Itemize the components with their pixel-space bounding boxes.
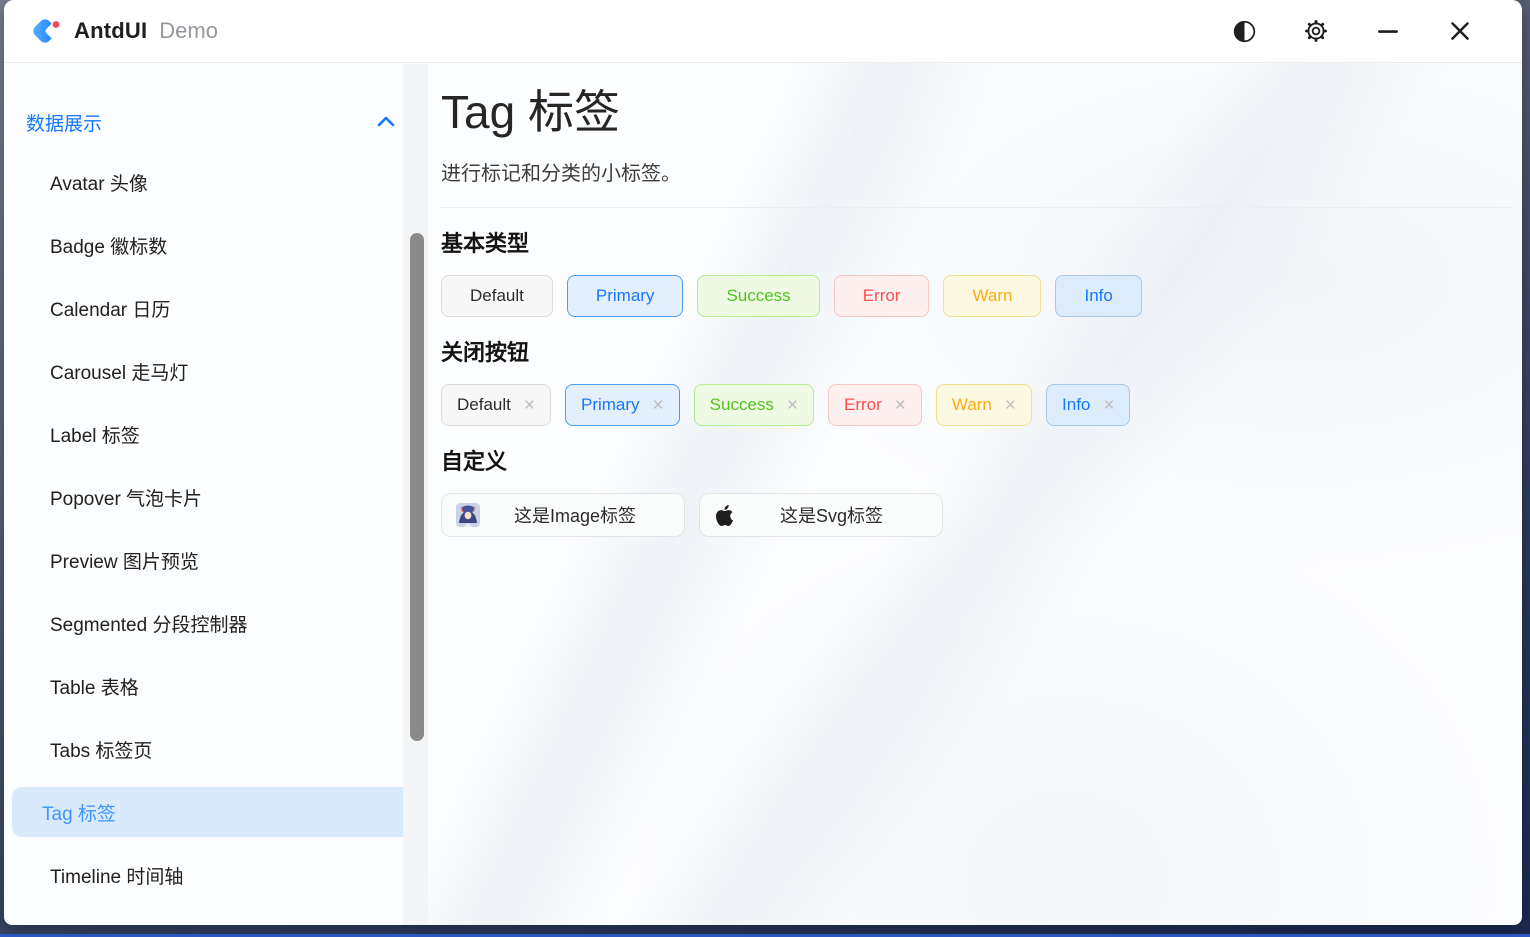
tag-success: Success [697,275,819,317]
tag-close-icon[interactable]: × [1103,396,1114,415]
tag-error: Error [834,275,930,317]
sidebar-item-tag[interactable]: Tag 标签 [12,787,425,837]
page-subtitle: 进行标记和分类的小标签。 [441,157,1512,186]
titlebar-actions [1208,8,1496,54]
custom-image-tag: 这是Image标签 [441,493,685,537]
chevron-up-icon [375,113,397,131]
page-title: Tag 标签 [441,84,1512,140]
app-body: 数据展示 Avatar 头像 Badge 徽标数 Calendar 日历 Car… [4,64,1522,925]
tag-label: Info [1062,395,1090,415]
tag-default: Default [441,275,553,317]
app-title: AntdUI [74,18,147,44]
settings-button[interactable] [1280,8,1352,54]
tag-label: Default [457,395,511,415]
sidebar-group-label: 数据展示 [26,109,102,136]
section-heading-closable: 关闭按钮 [441,338,1512,368]
sidebar-menu-list: Avatar 头像 Badge 徽标数 Calendar 日历 Carousel… [4,151,437,907]
theme-toggle-button[interactable] [1208,8,1280,54]
tag-info: Info [1055,275,1141,317]
closable-tag-info: Info × [1046,384,1130,426]
antdui-logo-icon [30,15,62,47]
apple-logo-icon [714,504,735,527]
tag-close-icon[interactable]: × [895,396,906,415]
sidebar-item-preview[interactable]: Preview 图片预览 [12,529,425,592]
tag-close-icon[interactable]: × [524,396,535,415]
sidebar-item-timeline[interactable]: Timeline 时间轴 [12,844,425,907]
section-heading-basic-types: 基本类型 [441,229,1512,259]
sidebar-item-tabs[interactable]: Tabs 标签页 [12,718,425,781]
custom-svg-tag: 这是Svg标签 [699,493,943,537]
closable-tag-error: Error × [828,384,922,426]
theme-contrast-icon [1232,19,1257,44]
sidebar-item-label[interactable]: Label 标签 [12,403,425,466]
sidebar: 数据展示 Avatar 头像 Badge 徽标数 Calendar 日历 Car… [4,64,437,925]
tag-label: Success [710,395,774,415]
anime-avatar-image [456,503,480,527]
app-brand: AntdUI Demo [30,15,218,47]
tag-close-icon[interactable]: × [653,396,664,415]
closable-tag-primary: Primary × [565,384,680,426]
gear-icon [1303,18,1329,44]
close-icon [1447,18,1473,44]
minimize-button[interactable] [1352,8,1424,54]
titlebar: AntdUI Demo [4,0,1522,63]
basic-tags-row: Default Primary Success Error Warn Info [441,275,1512,317]
sidebar-item-segmented[interactable]: Segmented 分段控制器 [12,592,425,655]
main-content: Tag 标签 进行标记和分类的小标签。 基本类型 Default Primary… [437,64,1522,925]
closable-tag-warn: Warn × [936,384,1032,426]
tag-warn: Warn [943,275,1041,317]
app-title-suffix: Demo [159,18,218,44]
custom-tags-row: 这是Image标签 这是Svg标签 [441,493,1512,537]
tag-label: Primary [581,395,640,415]
sidebar-item-table[interactable]: Table 表格 [12,655,425,718]
sidebar-item-badge[interactable]: Badge 徽标数 [12,214,425,277]
tag-primary: Primary [567,275,684,317]
custom-tag-label: 这是Image标签 [480,502,670,528]
sidebar-item-popover[interactable]: Popover 气泡卡片 [12,466,425,529]
divider [441,207,1512,208]
sidebar-item-carousel[interactable]: Carousel 走马灯 [12,340,425,403]
sidebar-scrollbar-thumb[interactable] [410,233,424,741]
custom-tag-label: 这是Svg标签 [735,502,928,528]
section-heading-custom: 自定义 [441,447,1512,477]
minimize-icon [1375,18,1401,44]
tag-close-icon[interactable]: × [787,396,798,415]
tag-close-icon[interactable]: × [1005,396,1016,415]
tag-label: Warn [952,395,992,415]
sidebar-item-avatar[interactable]: Avatar 头像 [12,151,425,214]
close-button[interactable] [1424,8,1496,54]
sidebar-group-data-display[interactable]: 数据展示 [4,104,437,140]
app-window: AntdUI Demo [4,0,1522,925]
closable-tags-row: Default× Primary× Success× Error× Warn× … [441,384,1512,426]
closable-tag-default: Default × [441,384,551,426]
closable-tag-success: Success × [694,384,814,426]
tag-label: Error [844,395,882,415]
sidebar-item-calendar[interactable]: Calendar 日历 [12,277,425,340]
